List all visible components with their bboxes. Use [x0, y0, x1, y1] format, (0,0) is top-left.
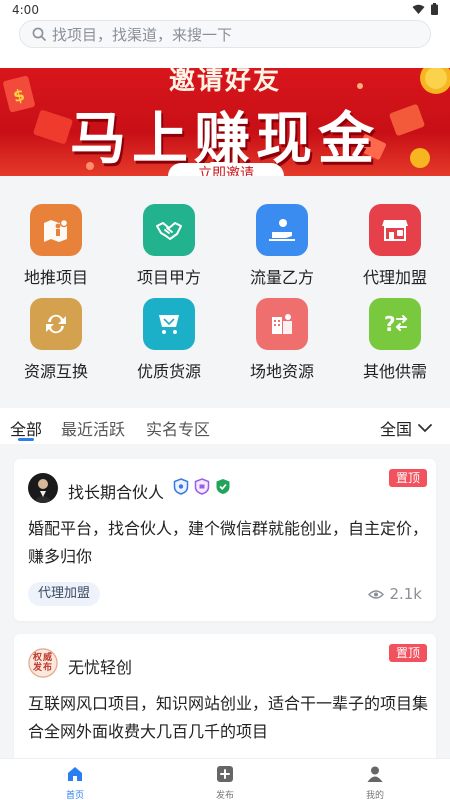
svg-text:?: ? [384, 312, 396, 336]
post-card[interactable]: 找长期合伙人 置顶 婚配平台，找合伙人，建个微信群就能创业，自主定价，赚多归你 … [14, 459, 436, 621]
avatar-stamp-text: 权威发布 [32, 653, 53, 673]
verification-badges [173, 478, 231, 495]
nav-label: 发布 [215, 791, 234, 800]
pinned-tag: 置顶 [389, 644, 427, 662]
category-other[interactable]: ? 其他供需 [345, 298, 445, 382]
eye-icon [368, 589, 385, 599]
category-tag[interactable]: 代理加盟 [28, 582, 101, 606]
category-party-a[interactable]: 项目甲方 [119, 204, 219, 288]
view-count-value: 2.1k [389, 585, 422, 603]
category-grid: 地推项目 项目甲方 流量乙方 代理加盟 资源互换 优质货源 场地资源 ? 其他供… [0, 176, 450, 408]
filter-tabs: 全部 最近活跃 实名专区 全国 [0, 408, 450, 444]
nav-profile[interactable]: 我的 [345, 765, 405, 800]
traffic-user-icon [256, 204, 308, 256]
search-bar: 找项目，找渠道，来搜一下 [0, 20, 450, 68]
category-label: 代理加盟 [362, 268, 427, 287]
category-venue[interactable]: 场地资源 [232, 298, 332, 382]
category-label: 其他供需 [362, 362, 427, 381]
shield-enterprise-icon [194, 478, 210, 495]
banner-dot [230, 162, 238, 165]
exchange-icon [30, 298, 82, 350]
tab-recent-active[interactable]: 最近活跃 [61, 416, 125, 440]
tab-all[interactable]: 全部 [10, 416, 42, 440]
bottom-navigation: 首页 发布 我的 [0, 758, 450, 800]
chevron-down-icon [418, 423, 432, 432]
category-resource-swap[interactable]: 资源互换 [6, 298, 106, 382]
post-card[interactable]: 权威发布 无忧轻创 置顶 互联网风口项目，知识网站创业，适合干一辈子的项目集合全… [14, 634, 436, 764]
nav-home[interactable]: 首页 [45, 765, 105, 800]
question-arrows-icon: ? [369, 298, 421, 350]
nav-label: 我的 [365, 791, 384, 800]
search-input[interactable]: 找项目，找渠道，来搜一下 [19, 20, 431, 48]
promo-banner[interactable]: $ 邀请好友 马上赚现金 立即邀请 [0, 68, 450, 176]
user-icon [367, 766, 383, 782]
storefront-icon [369, 204, 421, 256]
diamond-cart-icon [143, 298, 195, 350]
region-label: 全国 [379, 420, 412, 439]
region-selector[interactable]: 全国 [380, 416, 432, 440]
nav-publish[interactable]: 发布 [195, 765, 255, 800]
map-person-icon [30, 204, 82, 256]
tab-verified[interactable]: 实名专区 [146, 416, 210, 440]
battery-icon [431, 3, 438, 15]
status-bar: 4:00 [0, 0, 450, 20]
handshake-icon [143, 204, 195, 256]
category-traffic-b[interactable]: 流量乙方 [232, 204, 332, 288]
active-tab-indicator [18, 438, 34, 441]
category-label: 优质货源 [136, 362, 201, 381]
category-quality-supply[interactable]: 优质货源 [119, 298, 219, 382]
category-franchise[interactable]: 代理加盟 [345, 204, 445, 288]
category-label: 流量乙方 [249, 268, 314, 287]
category-label: 地推项目 [23, 268, 88, 287]
poster-name: 无忧轻创 [68, 658, 133, 677]
post-description: 互联网风口项目，知识网站创业，适合干一辈子的项目集合全网外面收费大几百几千的项目 [28, 694, 429, 741]
nav-label: 首页 [65, 791, 84, 800]
view-count: 2.1k [368, 585, 422, 603]
category-map-push[interactable]: 地推项目 [6, 204, 106, 288]
shield-check-icon [216, 479, 230, 494]
category-label: 项目甲方 [136, 268, 201, 287]
search-icon [32, 27, 46, 41]
poster-name: 找长期合伙人 [68, 483, 165, 502]
plus-square-icon [217, 766, 233, 782]
wifi-icon [412, 4, 425, 14]
banner-subtitle: 邀请好友 [168, 68, 281, 96]
category-label: 资源互换 [23, 362, 88, 381]
avatar[interactable] [28, 473, 58, 503]
status-time: 4:00 [12, 3, 39, 17]
pinned-tag: 置顶 [389, 469, 427, 487]
post-description: 婚配平台，找合伙人，建个微信群就能创业，自主定价，赚多归你 [28, 519, 429, 566]
shield-verified-icon [173, 478, 189, 495]
banner-dot-active [210, 162, 226, 165]
status-icons [412, 3, 438, 15]
banner-pagination [210, 162, 238, 165]
category-label: 场地资源 [249, 362, 314, 381]
search-placeholder: 找项目，找渠道，来搜一下 [52, 25, 233, 44]
home-icon [68, 767, 82, 781]
avatar[interactable]: 权威发布 [28, 648, 58, 678]
venue-map-icon [256, 298, 308, 350]
